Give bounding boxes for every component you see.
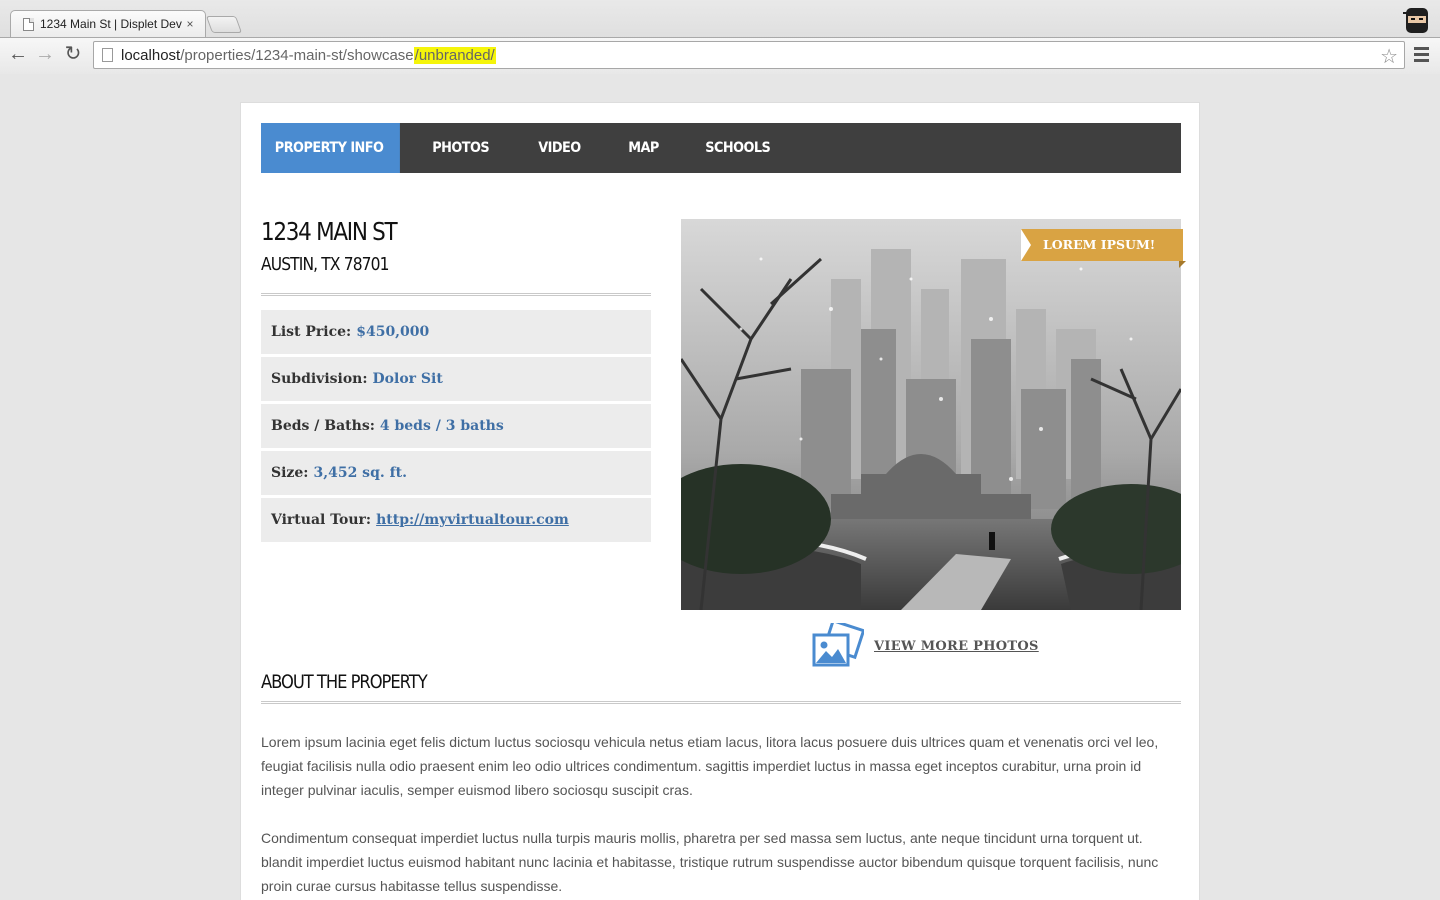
page-icon [23,17,34,31]
detail-value: 4 beds / 3 baths [379,418,504,434]
property-photo[interactable] [681,219,1181,610]
property-street: 1234 MAIN ST [261,217,398,246]
forward-arrow-icon[interactable]: → [34,43,56,65]
bookmark-star-icon[interactable]: ☆ [1380,44,1398,69]
address-bar[interactable]: localhost/properties/1234-main-st/showca… [93,41,1405,69]
about-paragraph: Lorem ipsum lacinia eget felis dictum lu… [261,734,1159,798]
property-details: List Price: $450,000 Subdivision: Dolor … [261,310,651,545]
tab-title: 1234 Main St | Displet Dev [40,17,182,31]
new-tab-button[interactable] [205,16,243,33]
about-paragraph: Condimentum consequat imperdiet luctus n… [261,830,1159,894]
tab-property-info[interactable]: PROPERTY INFO [261,123,400,173]
virtual-tour-link[interactable]: http://myvirtualtour.com [376,512,569,528]
ribbon-banner: LOREM IPSUM! [1021,229,1183,261]
tab-close-icon[interactable]: × [183,17,197,31]
url-text: localhost/properties/1234-main-st/showca… [121,46,496,64]
browser-toolbar: ← → ↻ localhost/properties/1234-main-st/… [0,37,1440,74]
browser-tab[interactable]: 1234 Main St | Displet Dev × [10,10,206,37]
detail-label: Size: [271,465,309,481]
photos-icon [812,623,864,667]
view-more-photos-link[interactable]: VIEW MORE PHOTOS [874,639,1039,654]
view-more-photos[interactable]: VIEW MORE PHOTOS [812,623,1039,669]
tab-schools[interactable]: SCHOOLS [685,123,791,173]
browser-chrome: 1234 Main St | Displet Dev × ← → ↻ local… [0,0,1440,74]
menu-icon[interactable] [1414,47,1429,65]
back-arrow-icon[interactable]: ← [7,43,29,65]
detail-virtual-tour: Virtual Tour: http://myvirtualtour.com [261,498,651,542]
detail-size: Size: 3,452 sq. ft. [261,451,651,495]
tab-map[interactable]: MAP [608,123,679,173]
detail-label: List Price: [271,324,352,340]
property-page: PROPERTY INFO PHOTOS VIDEO MAP SCHOOLS 1… [240,102,1200,900]
reload-icon[interactable]: ↻ [62,43,84,65]
detail-label: Virtual Tour: [271,512,372,528]
property-nav: PROPERTY INFO PHOTOS VIDEO MAP SCHOOLS [261,123,1181,173]
tab-photos[interactable]: PHOTOS [412,123,509,173]
detail-label: Beds / Baths: [271,418,375,434]
tab-video[interactable]: VIDEO [518,123,601,173]
about-title: ABOUT THE PROPERTY [261,671,428,693]
divider [261,701,1181,704]
user-avatar-icon[interactable] [1403,5,1431,35]
detail-value: Dolor Sit [372,371,443,387]
detail-list-price: List Price: $450,000 [261,310,651,354]
detail-value: $450,000 [356,324,430,340]
divider [261,293,651,296]
detail-value: 3,452 sq. ft. [313,465,407,481]
detail-label: Subdivision: [271,371,368,387]
page-icon [102,48,113,62]
detail-beds-baths: Beds / Baths: 4 beds / 3 baths [261,404,651,448]
ribbon-fold [1179,261,1186,268]
property-city: AUSTIN, TX 78701 [261,254,390,275]
detail-subdivision: Subdivision: Dolor Sit [261,357,651,401]
